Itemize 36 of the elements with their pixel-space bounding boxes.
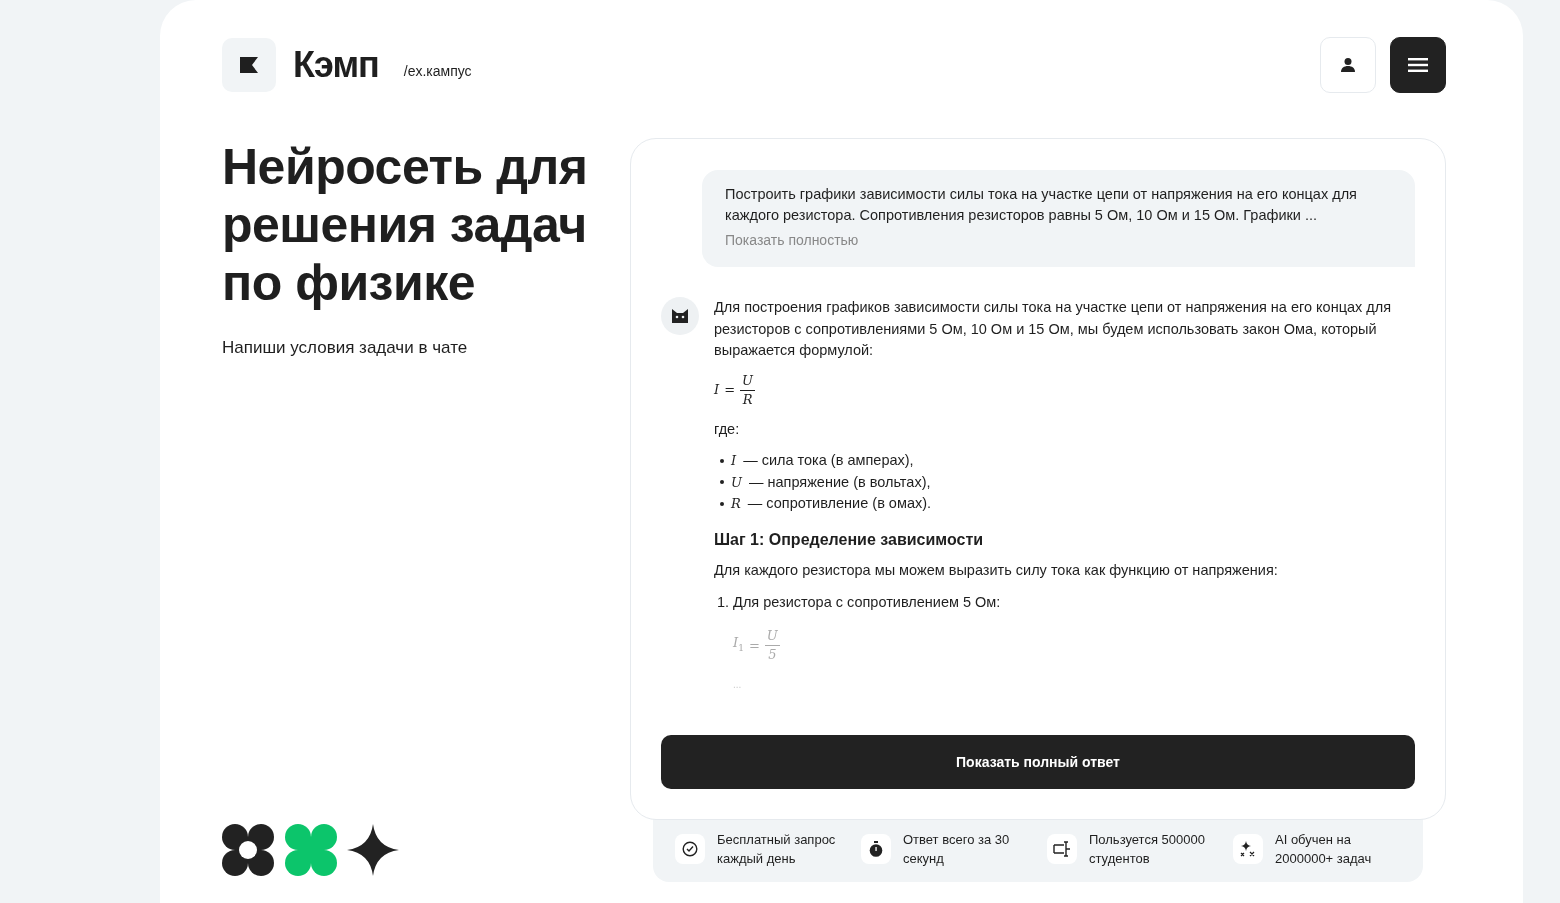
answer-text: Для построения графиков зависимости силы тока на участке цепи от напряжения на его концах для резисторов с сопротивлениями 5 Ом, 10 Ом и 15 Ом, мы будем использовать закон Ома, который выражается формулой: <box>714 298 1393 360</box>
message-text: Построить графики зависимости силы тока на участке цепи от напряжения на его концах для каждого резистора. Сопротивления резисторов равны 5 Ом, 10 Ом и 15 Ом. Графики ... <box>725 185 1358 225</box>
feature-text: Ответ всего за 30 секунд <box>903 831 1011 868</box>
feature-text: Бесплатный запрос каждый день <box>717 831 837 868</box>
cat-icon <box>671 308 689 324</box>
page-title: Нейросеть для решения задач по физике <box>222 138 589 312</box>
text-cursor-icon <box>1053 841 1071 857</box>
sparkle-icon <box>1240 841 1256 857</box>
answer-text: где: <box>714 419 741 439</box>
logo-text: Кэмп <box>293 44 379 86</box>
ellipsis-text: ... <box>733 678 743 692</box>
stopwatch-icon <box>869 841 883 857</box>
bullet-dot <box>720 480 724 485</box>
feature-text: Пользуется 500000 студентов <box>1089 831 1206 868</box>
answer-heading: Шаг 1: Определение зависимости <box>714 529 985 550</box>
feature-text: AI обучен на 2000000+ задач <box>1275 831 1373 868</box>
bullet-dot <box>720 458 724 463</box>
logo-subtitle: /ex.кампус <box>403 63 472 79</box>
list-text: — сопротивление (в омах). <box>747 494 932 513</box>
list-text: — напряжение (в вольтах), <box>748 472 931 492</box>
list-text: — сила тока (в амперах), <box>743 451 914 470</box>
show-full-answer-button[interactable]: Показать полный ответ <box>661 735 1415 789</box>
page-subtitle: Напиши условия задачи в чате <box>222 338 469 358</box>
check-circle-icon <box>682 841 698 857</box>
user-icon <box>1340 57 1356 73</box>
logo-icon[interactable] <box>222 38 276 92</box>
menu-icon <box>1408 58 1428 72</box>
math-symbol: I <box>731 452 737 470</box>
list-number: 1. <box>717 592 730 612</box>
math-symbol: R <box>731 495 741 513</box>
bullet-dot <box>720 501 724 506</box>
menu-button[interactable] <box>1390 37 1446 93</box>
answer-text: Для каждого резистора мы можем выразить силу тока как функцию от напряжения: <box>714 561 1279 580</box>
math-symbol: U <box>731 473 742 492</box>
list-text: Для резистора с сопротивлением 5 Ом: <box>733 592 1001 612</box>
profile-button[interactable] <box>1320 37 1376 93</box>
